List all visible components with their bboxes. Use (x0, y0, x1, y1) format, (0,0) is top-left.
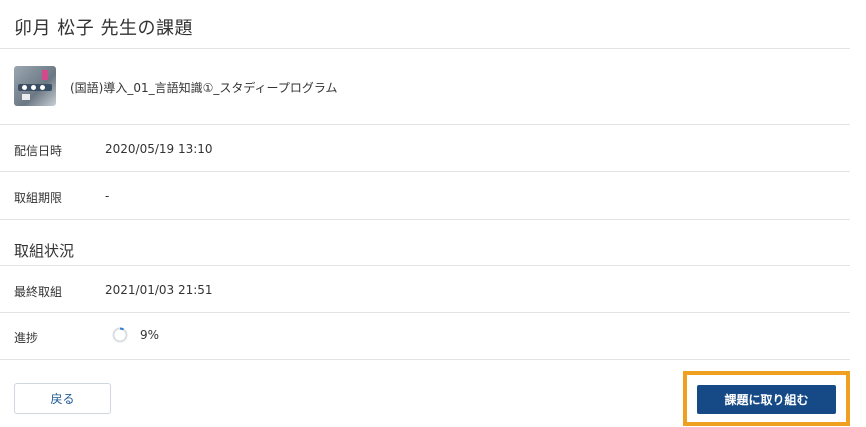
progress-value: 9% (140, 328, 160, 342)
deadline-label: 取組期限 (14, 191, 63, 205)
assignment-title: (国語)導入_01_言語知識①_スタディープログラム (70, 81, 338, 95)
divider (0, 171, 850, 172)
divider (0, 48, 850, 49)
status-section-title: 取組状況 (14, 242, 75, 260)
start-assignment-button[interactable]: 課題に取り組む (697, 385, 836, 414)
divider (0, 124, 850, 125)
last-attempt-value: 2021/01/03 21:51 (105, 283, 213, 297)
divider (0, 219, 850, 220)
progress-ring-icon (112, 327, 128, 343)
highlight-frame: 課題に取り組む (683, 371, 850, 426)
divider (0, 265, 850, 266)
divider (0, 359, 850, 360)
divider (0, 312, 850, 313)
deadline-value: - (105, 189, 110, 203)
delivery-date-label: 配信日時 (14, 144, 63, 158)
assignment-thumbnail (14, 66, 56, 106)
progress-label: 進捗 (14, 331, 39, 345)
last-attempt-label: 最終取組 (14, 285, 63, 299)
delivery-date-value: 2020/05/19 13:10 (105, 142, 213, 156)
page-title: 卯月 松子 先生の課題 (14, 18, 193, 39)
back-button[interactable]: 戻る (14, 383, 111, 414)
